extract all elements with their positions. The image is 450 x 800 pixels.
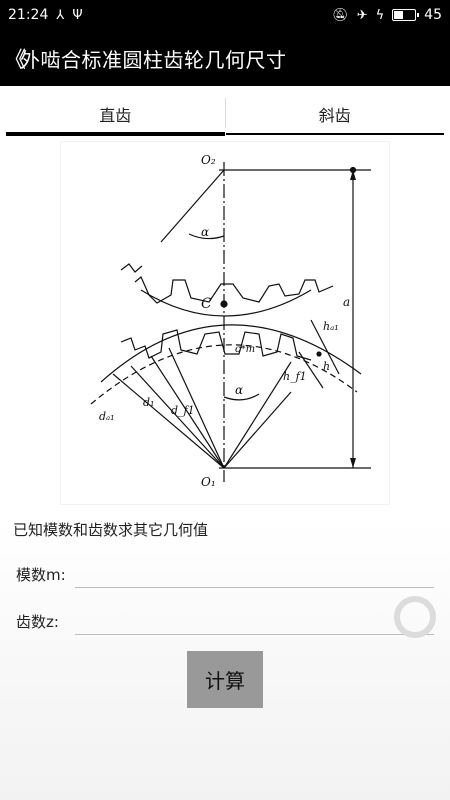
- instruction-text: 已知模数和齿数求其它几何值: [13, 521, 209, 539]
- floating-circle-button[interactable]: [394, 596, 436, 638]
- label-c: C: [201, 296, 212, 312]
- usb-icon: Ψ: [72, 7, 83, 23]
- teeth-field-row: 齿数z:: [0, 603, 450, 643]
- label-alpha-bottom: α: [235, 383, 243, 397]
- module-input[interactable]: [76, 558, 432, 586]
- status-right: 🔕︎ ✈ ϟ 45: [332, 7, 442, 23]
- line-of-action-top: [160, 169, 225, 243]
- label-h: h: [323, 360, 330, 373]
- teeth-underline: [75, 634, 434, 635]
- gear-diagram-svg: O₂ O₁ C α α a c*m hₐ₁ h_f1 h d₁ d_f1 dₐ₁: [90, 153, 371, 489]
- label-cm: c*m: [235, 344, 255, 355]
- gear-diagram: O₂ O₁ C α α a c*m hₐ₁ h_f1 h d₁ d_f1 dₐ₁: [60, 141, 390, 505]
- status-time: 21:24: [8, 7, 49, 23]
- tab-spur-gear[interactable]: 直齿: [6, 92, 225, 136]
- pitch-point-c: [220, 300, 228, 308]
- app-bar: 《 外啮合标准圆柱齿轮几何尺寸: [0, 30, 450, 86]
- calculate-button[interactable]: 计算: [187, 651, 263, 708]
- back-button[interactable]: 《: [4, 42, 26, 74]
- battery-fill: [394, 11, 403, 19]
- charging-icon: ϟ: [375, 7, 385, 23]
- page-title: 外啮合标准圆柱齿轮几何尺寸: [20, 47, 287, 72]
- tab-helical-gear[interactable]: 斜齿: [225, 92, 445, 136]
- label-alpha-top: α: [201, 225, 209, 239]
- label-da1: dₐ₁: [99, 410, 115, 423]
- label-d1: d₁: [143, 396, 154, 409]
- label-df1: d_f1: [171, 404, 195, 417]
- battery-icon: [392, 9, 420, 21]
- module-label: 模数m:: [16, 566, 66, 584]
- tooth-dot: [316, 351, 322, 357]
- alpha-ray-bottom: [223, 361, 292, 469]
- module-field-row: 模数m:: [0, 556, 450, 596]
- status-left: 21:24 ⅄ Ψ: [8, 7, 83, 23]
- airplane-icon: ✈: [356, 7, 368, 23]
- label-ha1: hₐ₁: [323, 320, 339, 333]
- teeth-label: 齿数z:: [16, 613, 59, 631]
- mute-icon: 🔕︎: [332, 7, 349, 23]
- tab-bar: 直齿 斜齿: [6, 92, 444, 136]
- share-icon: ⅄: [56, 7, 65, 23]
- top-dot: [349, 166, 357, 174]
- module-underline: [75, 587, 434, 588]
- status-bar: 21:24 ⅄ Ψ 🔕︎ ✈ ϟ 45: [0, 0, 450, 30]
- da1-ray: [112, 373, 225, 469]
- line-of-action-bottom: [223, 391, 292, 469]
- battery-level: 45: [424, 7, 442, 23]
- teeth-input[interactable]: [76, 605, 432, 633]
- label-hf1: h_f1: [283, 370, 307, 383]
- label-o2: O₂: [201, 153, 216, 167]
- d1-ray: [130, 365, 225, 469]
- label-a: a: [343, 295, 350, 309]
- label-o1: O₁: [201, 475, 216, 489]
